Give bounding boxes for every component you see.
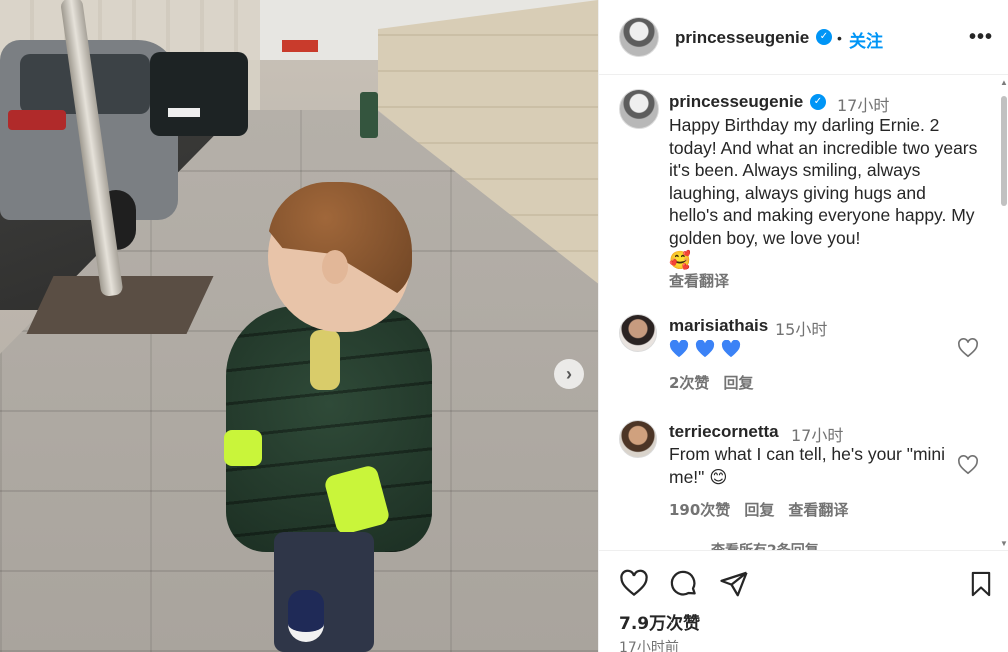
comment-meta: 2次赞 回复 <box>669 372 753 393</box>
caption-avatar[interactable] <box>619 89 659 129</box>
like-comment-heart-icon[interactable] <box>957 455 979 475</box>
view-all-replies-label: 查看所有2条回复 <box>711 540 819 550</box>
verified-badge-icon: ✓ <box>816 29 832 45</box>
post-photo: › <box>0 0 598 652</box>
blue-heart-icon <box>695 340 715 358</box>
comment-username[interactable]: marisiathais <box>669 316 768 336</box>
comment-username[interactable]: terriecornetta <box>669 422 779 442</box>
scroll-down-arrow-icon[interactable]: ▼ <box>1000 539 1008 548</box>
comment-reply-button[interactable]: 回复 <box>723 372 753 393</box>
author-username[interactable]: princesseugenie <box>675 28 809 48</box>
caption-text: Happy Birthday my darling Ernie. 2 today… <box>669 114 979 272</box>
post-sidebar: princesseugenie ✓ • 关注 ••• princesseugen… <box>598 0 1008 652</box>
like-comment-heart-icon[interactable] <box>957 338 979 358</box>
comment-likes[interactable]: 2次赞 <box>669 372 709 393</box>
post-footer: 7.9万次赞 17小时前 <box>599 550 1008 652</box>
caption-see-translation: 查看翻译 <box>669 270 729 291</box>
caption-emoji: 🥰 <box>669 250 691 270</box>
comment-bubble-icon[interactable] <box>669 569 699 599</box>
likes-count[interactable]: 7.9万次赞 <box>619 609 700 634</box>
scrollbar-thumb[interactable] <box>1001 96 1007 206</box>
blue-heart-icon <box>721 340 741 358</box>
caption-body: Happy Birthday my darling Ernie. 2 today… <box>669 115 978 248</box>
blue-heart-icon <box>669 340 689 358</box>
verified-badge-icon: ✓ <box>810 94 826 110</box>
post-timestamp[interactable]: 17小时前 <box>619 637 679 652</box>
comment-text: 💙💙💙 <box>669 340 741 358</box>
commenter-avatar[interactable] <box>619 420 657 458</box>
comment-time: 15小时 <box>775 320 828 339</box>
separator-dot: • <box>837 30 842 46</box>
comments-scrollbar[interactable]: ▲ ▼ <box>1000 76 1008 550</box>
photo-street-sign <box>282 40 318 52</box>
carousel-next-button[interactable]: › <box>554 359 584 389</box>
commenter-avatar[interactable] <box>619 314 657 352</box>
share-paper-plane-icon[interactable] <box>719 569 749 599</box>
save-bookmark-icon[interactable] <box>967 569 995 599</box>
comment-meta: 190次赞 回复 查看翻译 <box>669 499 848 520</box>
photo-green-bin <box>360 92 378 138</box>
see-translation-link[interactable]: 查看翻译 <box>669 270 729 291</box>
comments-list: princesseugenie ✓ 17小时 Happy Birthday my… <box>599 76 999 550</box>
scroll-up-arrow-icon[interactable]: ▲ <box>1000 78 1008 87</box>
author-avatar[interactable] <box>619 17 659 57</box>
follow-button[interactable]: 关注 <box>849 27 883 52</box>
comment-reply-button[interactable]: 回复 <box>744 499 774 520</box>
see-translation-link[interactable]: 查看翻译 <box>788 499 848 520</box>
post-header: princesseugenie ✓ • 关注 ••• <box>599 0 1008 75</box>
comment-emoji: 😊 <box>709 466 728 487</box>
caption-username[interactable]: princesseugenie <box>669 92 803 112</box>
photo-black-car <box>150 52 248 136</box>
caption-time: 17小时 <box>837 96 890 115</box>
view-all-replies[interactable]: 查看所有2条回复 <box>669 540 819 550</box>
more-options-icon[interactable]: ••• <box>969 26 993 49</box>
like-heart-icon[interactable] <box>619 569 649 599</box>
comment-text: From what I can tell, he's your "mini me… <box>669 443 949 488</box>
chevron-right-icon: › <box>566 363 572 384</box>
comment-likes[interactable]: 190次赞 <box>669 499 730 520</box>
post-actions <box>619 569 749 599</box>
